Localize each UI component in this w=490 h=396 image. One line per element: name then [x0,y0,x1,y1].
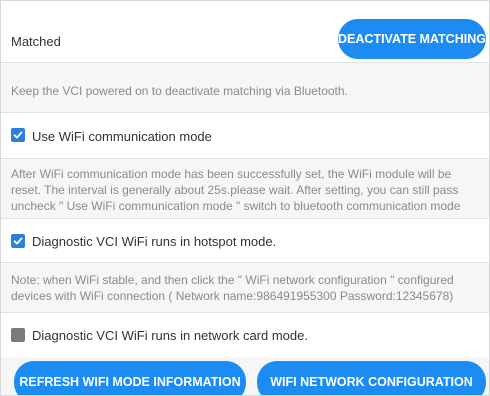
wifi-mode-checkbox[interactable] [11,128,25,142]
network-card-mode-label: Diagnostic VCI WiFi runs in network card… [32,328,308,343]
refresh-wifi-mode-button[interactable]: REFRESH WIFI MODE INFORMATION [14,361,246,395]
matching-row: Matched DEACTIVATE MATCHING [1,1,489,63]
wifi-mode-note-line: After WiFi communication mode has been s… [11,167,452,181]
deactivate-matching-button[interactable]: DEACTIVATE MATCHING [338,19,486,59]
wifi-mode-note: After WiFi communication mode has been s… [11,166,460,214]
network-card-mode-row[interactable]: Diagnostic VCI WiFi runs in network card… [1,313,489,357]
network-card-mode-checkbox[interactable] [11,328,25,342]
wifi-mode-note-line: uncheck " Use WiFi communication mode " … [11,199,461,213]
checkmark-icon [13,237,23,245]
hotspot-note-line: Note: when WiFi stable, and then click t… [11,273,454,287]
hotspot-note-row: Note: when WiFi stable, and then click t… [1,263,489,313]
wifi-mode-note-line: reset. The interval is generally about 2… [11,183,459,197]
hotspot-mode-label: Diagnostic VCI WiFi runs in hotspot mode… [32,234,277,249]
matched-status-label: Matched [11,34,61,49]
hotspot-note: Note: when WiFi stable, and then click t… [11,272,454,304]
hotspot-note-line: devices with WiFi connection ( Network n… [11,289,454,303]
wifi-network-configuration-button[interactable]: WIFI NETWORK CONFIGURATION [257,361,486,395]
wifi-mode-row[interactable]: Use WiFi communication mode [1,113,489,159]
wifi-mode-label: Use WiFi communication mode [32,129,212,144]
wifi-mode-note-row: After WiFi communication mode has been s… [1,159,489,219]
bluetooth-note: Keep the VCI powered on to deactivate ma… [11,84,348,98]
bluetooth-note-row: Keep the VCI powered on to deactivate ma… [1,63,489,113]
hotspot-mode-checkbox[interactable] [11,234,25,248]
hotspot-mode-row[interactable]: Diagnostic VCI WiFi runs in hotspot mode… [1,219,489,263]
checkmark-icon [13,131,23,139]
vci-wifi-settings-panel: Matched DEACTIVATE MATCHING Keep the VCI… [0,0,490,396]
